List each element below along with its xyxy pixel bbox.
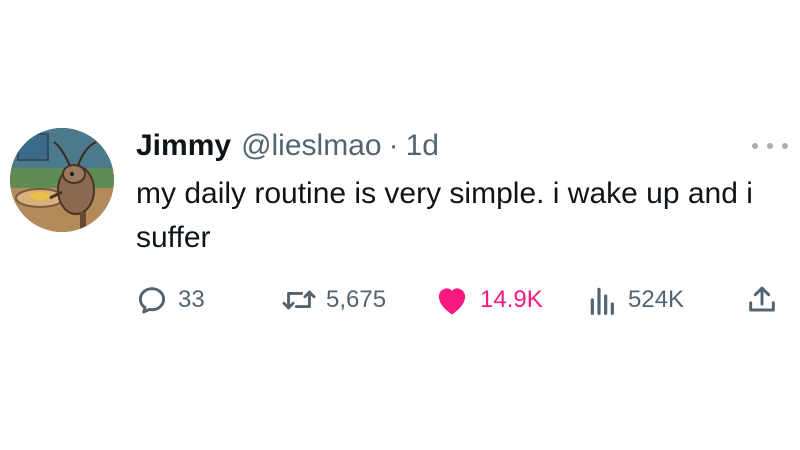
views-count: 524K [628,286,685,313]
avatar[interactable] [10,128,114,232]
reply-button[interactable]: 33 [136,278,205,322]
views-button[interactable]: 524K [588,278,684,322]
reply-icon [138,287,166,314]
views-icon [590,287,614,315]
retweet-icon [282,290,316,310]
retweet-count: 5,675 [326,286,387,313]
display-name[interactable]: Jimmy [136,129,231,163]
user-handle[interactable]: @lieslmao [241,129,382,163]
tweet-card: Jimmy @lieslmao · 1d my daily routine is… [0,0,800,450]
share-icon [749,286,775,312]
reply-count: 33 [178,286,205,313]
heart-icon [438,288,466,315]
tweet-text: my daily routine is very simple. i wake … [136,177,753,254]
separator-dot: · [388,129,399,162]
share-button[interactable] [746,278,778,322]
timestamp[interactable]: 1d [406,129,439,163]
avatar-image [10,128,114,232]
tweet-header: Jimmy @lieslmao · 1d [136,124,439,168]
like-button[interactable]: 14.9K [434,278,543,322]
action-bar: 33 5,675 14.9K 524K [0,278,800,322]
retweet-button[interactable]: 5,675 [282,278,386,322]
like-count: 14.9K [480,286,543,313]
more-icon[interactable] [752,136,788,156]
